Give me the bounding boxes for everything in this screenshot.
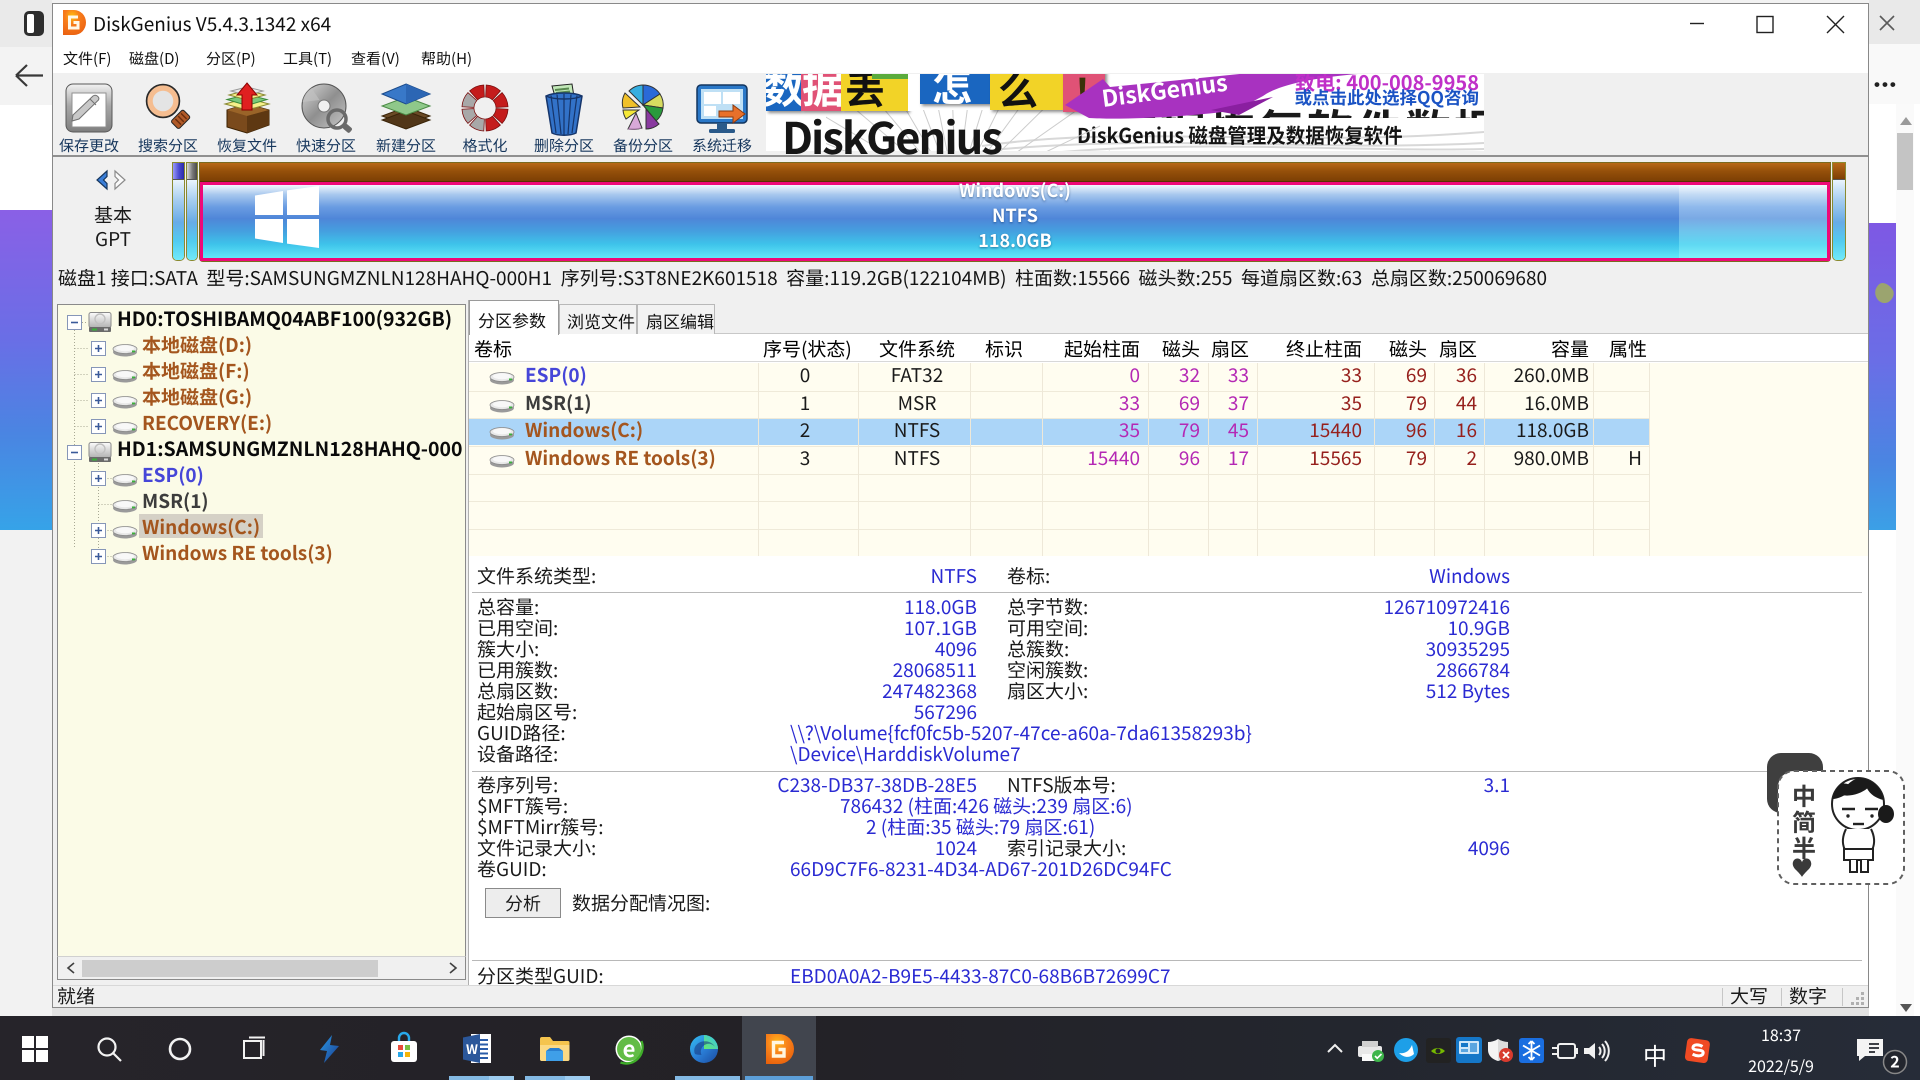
- svg-text:2: 2: [1890, 1049, 1899, 1073]
- svg-text:W: W: [466, 1039, 478, 1058]
- svg-text:e: e: [623, 1032, 636, 1064]
